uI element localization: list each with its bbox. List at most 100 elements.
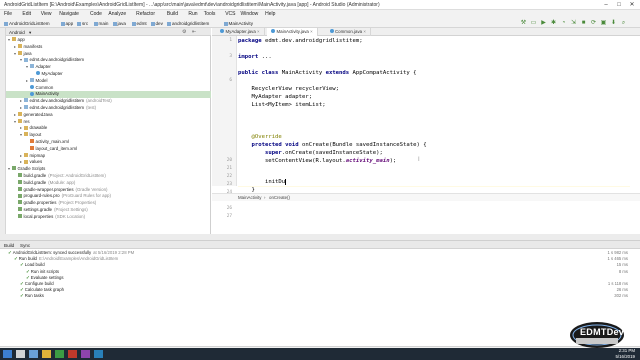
breadcrumb-item[interactable]: java [112,20,126,27]
build-tab[interactable]: Build [4,243,14,248]
breadcrumb-item[interactable]: src [77,20,88,27]
tree-item[interactable]: activity_main.xml [6,139,211,146]
project-view-selector[interactable]: Android [9,30,25,35]
menu-file[interactable]: File [4,11,12,18]
maximize-button[interactable]: □ [613,1,625,9]
editor-tab[interactable]: MainActivity.java × [267,28,318,36]
editor-tab[interactable]: Common.java × [326,28,371,36]
breadcrumb-label: src [82,21,89,26]
menu-help[interactable]: Help [265,11,275,18]
tree-item[interactable]: ▾ layout [6,132,211,139]
menu-analyze[interactable]: Analyze [108,11,126,18]
close-tab-icon[interactable]: × [309,29,313,34]
avd-icon[interactable]: ▣ [600,20,607,27]
menu-refactor[interactable]: Refactor [136,11,155,18]
menu-code[interactable]: Code [90,11,102,18]
build-row[interactable]: ✓ Run tasks 302 ms [8,293,638,299]
breadcrumb-item[interactable]: dev [150,20,163,27]
footer-method[interactable]: onCreate() [269,195,290,200]
search-icon[interactable]: ⌕ [620,20,627,27]
tree-item[interactable]: ▸ drawable [6,125,211,132]
tree-item[interactable]: ▸ mipmap [6,153,211,160]
tree-item[interactable]: ▸ edmt.dev.androidgridlistitem (androidTes… [6,98,211,105]
debug-icon[interactable]: ✱ [550,20,557,27]
hammer-icon[interactable]: ⚒ [520,20,527,27]
tree-item[interactable]: ▸ generatedJava [6,112,211,119]
tree-item[interactable]: MainActivity [6,91,211,99]
sync-icon[interactable]: ⟳ [590,20,597,27]
breadcrumb-item[interactable]: AndroidGridListItem [4,20,50,27]
breadcrumb-item[interactable]: app [60,20,73,27]
tree-item[interactable]: ▸ manifests [6,44,211,51]
close-tab-icon[interactable]: × [256,29,260,34]
close-tab-icon[interactable]: × [362,29,366,34]
start-windows-icon[interactable] [3,350,12,358]
tree-item[interactable]: gradle.properties (Project Properties) [6,200,211,207]
code-line-current: initDu [238,178,287,186]
minimize-button[interactable]: – [600,1,612,9]
footer-class[interactable]: MainActivity [238,195,261,200]
folder-icon [18,118,22,123]
xml-file-icon [30,146,34,151]
tree-item[interactable]: ▾ java [6,51,211,58]
breadcrumb-item[interactable]: MainActivity [223,20,254,27]
taskbar-date[interactable]: 5/16/2019 [605,354,635,359]
tree-item[interactable]: ▾ app [6,37,211,44]
task-view-icon[interactable] [29,350,38,358]
menu-view[interactable]: View [41,11,52,18]
tree-item[interactable]: settings.gradle (Project Settings) [6,207,211,214]
stop-icon[interactable]: ■ [580,20,587,27]
breadcrumb-item[interactable]: main [93,20,109,27]
menu-edit[interactable]: Edit [22,11,31,18]
java-class-icon [220,29,224,34]
hide-panel-icon[interactable]: ⇤ [192,29,196,35]
build-panel-header: Build Sync [0,241,640,249]
app-icon[interactable] [81,350,90,358]
menu-run[interactable]: Run [188,11,197,18]
breadcrumb-label: MainActivity [228,21,254,26]
tree-item[interactable]: Common [6,85,211,92]
menu-vcs[interactable]: VCS [225,11,235,18]
tree-item[interactable]: ▸ values [6,159,211,166]
android-studio-icon[interactable] [55,350,64,358]
profile-icon[interactable]: ◔ [560,20,567,27]
sync-tab[interactable]: Sync [20,243,30,248]
tree-item[interactable]: proguard-rules.pro (ProGuard Rules for ap… [6,193,211,200]
tree-item[interactable]: ▾ res [6,119,211,126]
app-icon[interactable] [94,350,103,358]
code-line: List<MyItem> itemList; [238,102,326,108]
search-icon[interactable] [16,350,25,358]
breadcrumb-label: main [98,21,109,26]
run-icon[interactable]: ▶ [540,20,547,27]
tree-item[interactable]: ▾ Adapter [6,64,211,71]
tree-item[interactable]: gradle-wrapper.properties (Gradle Version… [6,187,211,194]
tree-item[interactable]: local.properties (SDK Location) [6,214,211,221]
line-number: 22 [226,174,232,179]
menu-tools[interactable]: Tools [204,11,216,18]
tree-item-label: edmt.dev.androidgridlistitem [29,104,85,110]
tree-item[interactable]: build.gradle (Project: AndroidGridListIte… [6,173,211,180]
app-icon[interactable] [68,350,77,358]
menu-navigate[interactable]: Navigate [59,11,79,18]
tree-item[interactable]: ▸ Model [6,78,211,85]
breadcrumb-label: edmt [136,21,147,26]
menu-window[interactable]: Window [241,11,259,18]
chevron-down-icon[interactable]: ▾ [29,30,31,36]
breadcrumb-item[interactable]: androidgridlistitem [167,20,209,27]
close-button[interactable]: ✕ [626,1,638,9]
settings-gear-icon[interactable]: ⚙ [182,29,186,35]
tree-item[interactable]: ▾ edmt.dev.androidgridlistitem [6,57,211,64]
editor-tab[interactable]: MyAdapter.java × [216,28,265,36]
attach-icon[interactable]: ⇲ [570,20,577,27]
tree-item[interactable]: ▸ edmt.dev.androidgridlistitem (test) [6,105,211,112]
tree-item[interactable]: build.gradle (Module: app) [6,180,211,187]
code-editor[interactable]: package edmt.dev.androidgridlistitem; im… [238,36,630,201]
sdk-icon[interactable]: ⬇ [610,20,617,27]
file-explorer-icon[interactable] [42,350,51,358]
breadcrumb-item[interactable]: edmt [131,20,147,27]
menu-build[interactable]: Build [167,11,178,18]
tree-item[interactable]: ▾ Gradle Scripts [6,166,211,173]
tree-item[interactable]: MyAdapter [6,71,211,78]
tree-item[interactable]: layout_card_item.xml [6,146,211,153]
run-config-icon[interactable]: ▭ [530,20,537,27]
